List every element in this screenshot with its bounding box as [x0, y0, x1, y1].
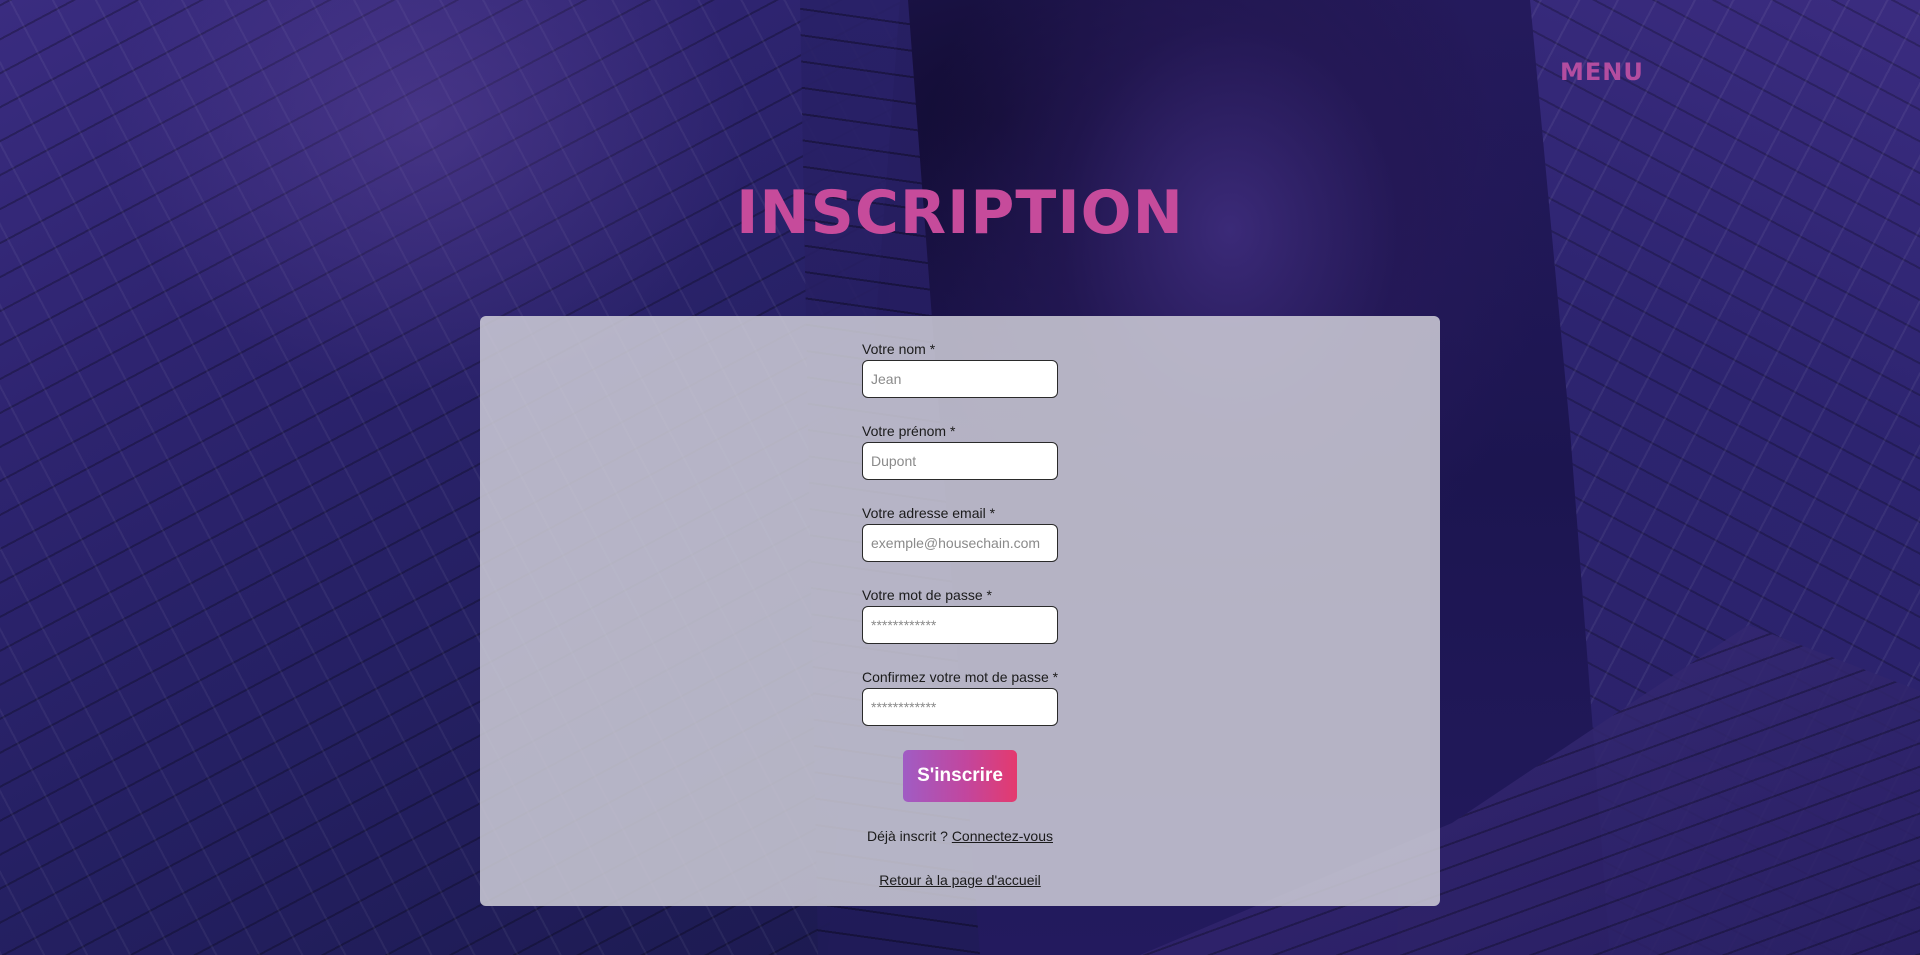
password-label: Votre mot de passe *	[862, 587, 992, 603]
first-name-input[interactable]	[862, 442, 1058, 480]
home-link-row: Retour à la page d'accueil	[0, 872, 1920, 888]
password-input[interactable]	[862, 606, 1058, 644]
registration-form: Votre nom * Votre prénom * Votre adresse…	[862, 340, 1058, 750]
register-button[interactable]: S'inscrire	[903, 750, 1017, 802]
login-prompt: Déjà inscrit ? Connectez-vous	[0, 828, 1920, 844]
login-link[interactable]: Connectez-vous	[952, 828, 1053, 844]
confirm-password-input[interactable]	[862, 688, 1058, 726]
menu-button[interactable]: MENU	[1560, 58, 1644, 86]
email-label: Votre adresse email *	[862, 505, 996, 521]
confirm-password-field-group: Confirmez votre mot de passe *	[862, 668, 1058, 750]
email-field-group: Votre adresse email *	[862, 504, 1058, 586]
back-to-home-link[interactable]: Retour à la page d'accueil	[879, 872, 1040, 888]
last-name-label: Votre nom *	[862, 341, 936, 357]
confirm-password-label: Confirmez votre mot de passe *	[862, 669, 1059, 685]
email-input[interactable]	[862, 524, 1058, 562]
last-name-input[interactable]	[862, 360, 1058, 398]
page-title: INSCRIPTION	[736, 178, 1184, 248]
already-registered-text: Déjà inscrit ?	[867, 828, 952, 844]
submit-wrapper: S'inscrire	[903, 750, 1017, 802]
password-field-group: Votre mot de passe *	[862, 586, 1058, 668]
last-name-field-group: Votre nom *	[862, 340, 1058, 422]
first-name-label: Votre prénom *	[862, 423, 956, 439]
first-name-field-group: Votre prénom *	[862, 422, 1058, 504]
